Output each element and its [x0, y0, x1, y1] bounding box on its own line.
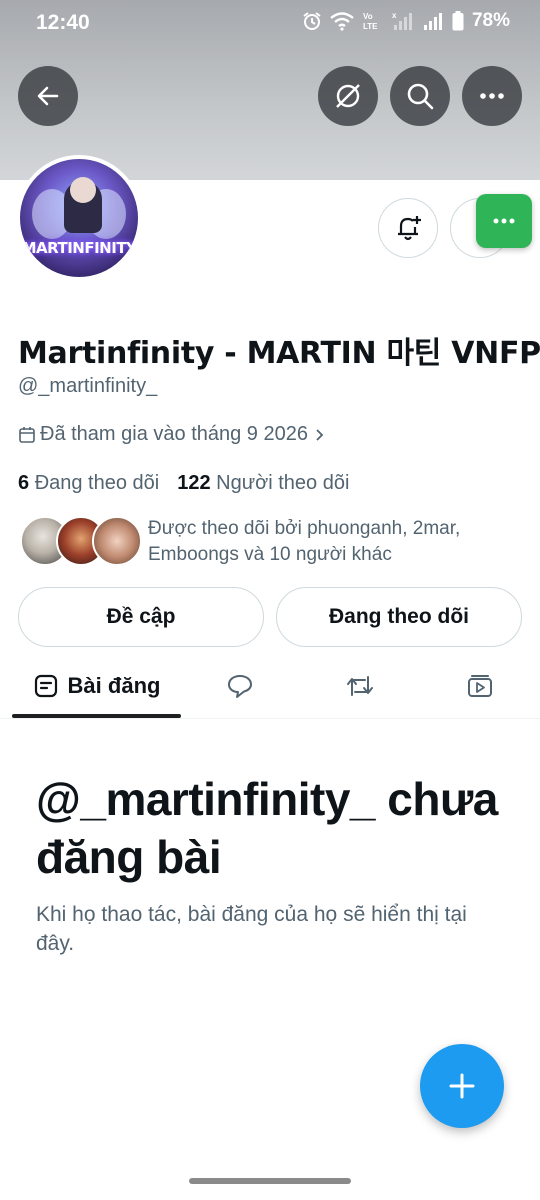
reposts-icon	[347, 676, 373, 696]
compose-fab[interactable]	[420, 1044, 504, 1128]
joined-text: Đã tham gia vào tháng 9 2026	[40, 423, 308, 445]
battery-icon	[452, 11, 464, 31]
status-icons: Vo LTE x 78%	[302, 10, 510, 32]
home-indicator[interactable]	[189, 1178, 351, 1184]
followed-by-text: Được theo dõi bởi phuonganh, 2mar, Emboo…	[148, 518, 461, 565]
svg-text:LTE: LTE	[363, 22, 378, 31]
following-label: Đang theo dõi	[34, 472, 160, 494]
followers-link[interactable]: 122 Người theo dõi	[177, 472, 349, 495]
signal-weak-icon: x	[392, 11, 412, 30]
volte-icon: Vo LTE	[363, 12, 378, 31]
avatar-head	[70, 177, 96, 203]
chevron-right-icon	[316, 428, 324, 441]
mention-button[interactable]: Đề cập	[18, 587, 264, 647]
explore-button[interactable]	[318, 66, 378, 126]
plus-icon	[449, 1073, 475, 1099]
following-count: 6	[18, 472, 30, 494]
followers-label: Người theo dõi	[216, 472, 350, 494]
floating-chat-button[interactable]	[476, 194, 532, 248]
tab-posts-label: Bài đăng	[67, 673, 161, 698]
replies-icon	[228, 675, 252, 698]
empty-state-description: Khi họ thao tác, bài đăng của họ sẽ hiển…	[36, 903, 467, 955]
tab-posts[interactable]: Bài đăng	[12, 655, 182, 717]
avatar-logo-text: MARTINFINITY	[21, 239, 137, 257]
tab-replies[interactable]	[210, 655, 270, 717]
search-button[interactable]	[390, 66, 450, 126]
followers-count: 122	[177, 472, 211, 494]
follow-stats: 6 Đang theo dõi 122 Người theo dõi	[18, 472, 349, 495]
media-icon	[468, 675, 492, 697]
empty-state-title: @_martinfinity_ chưa đăng bài	[36, 773, 498, 883]
tab-reposts[interactable]	[330, 655, 390, 717]
battery-percent: 78%	[471, 10, 510, 31]
avatar[interactable]: MARTINFINITY	[16, 155, 142, 281]
status-bar: 12:40 Vo LTE x 78%	[0, 0, 540, 46]
back-button[interactable]	[18, 66, 78, 126]
profile-tabs: Bài đăng	[0, 655, 540, 719]
tab-media[interactable]	[450, 655, 510, 717]
chat-dots-icon	[493, 218, 515, 224]
joined-date[interactable]: Đã tham gia vào tháng 9 2026	[18, 423, 326, 446]
followers-you-know[interactable]: Được theo dõi bởi phuonganh, 2mar, Emboo…	[18, 514, 528, 570]
wifi-icon	[330, 12, 354, 31]
calendar-icon	[19, 426, 35, 443]
notifications-button[interactable]	[378, 198, 438, 258]
following-link[interactable]: 6 Đang theo dõi	[18, 472, 159, 495]
alarm-icon	[303, 12, 321, 30]
follower-avatar	[92, 516, 142, 566]
more-options-button[interactable]	[462, 66, 522, 126]
status-time: 12:40	[36, 11, 90, 34]
display-name: Martinfinity - MARTIN 마틴 VNFP	[18, 336, 540, 371]
posts-icon	[34, 674, 57, 698]
active-tab-indicator	[12, 714, 181, 718]
svg-text:x: x	[392, 11, 397, 20]
bell-plus-icon	[398, 216, 421, 241]
svg-text:Vo: Vo	[363, 12, 373, 21]
compass-off-icon	[336, 84, 360, 108]
arrow-left-icon	[37, 86, 59, 106]
more-horizontal-icon	[480, 93, 504, 99]
signal-icon	[423, 13, 442, 30]
profile-handle: @_martinfinity_	[18, 375, 158, 397]
following-button[interactable]: Đang theo dõi	[276, 587, 522, 647]
search-icon	[407, 83, 434, 110]
